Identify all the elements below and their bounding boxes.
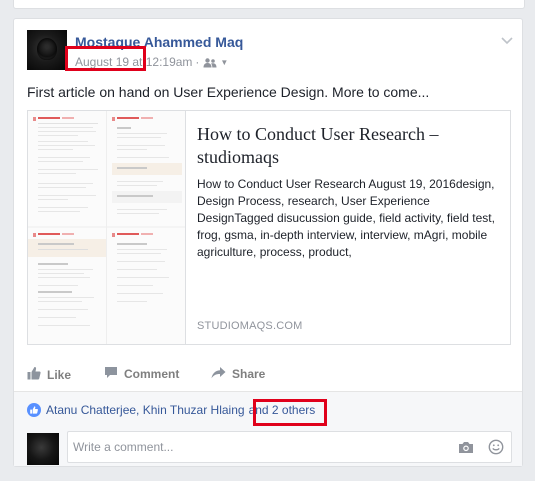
- link-preview-card[interactable]: How to Conduct User Research – studiomaq…: [27, 110, 511, 345]
- article-thumbnail[interactable]: [28, 111, 186, 344]
- emoji-icon[interactable]: [488, 439, 504, 460]
- like-label: Like: [47, 367, 72, 382]
- camera-icon[interactable]: [458, 441, 474, 459]
- friends-icon[interactable]: [203, 57, 217, 68]
- post-options-chevron-icon[interactable]: [501, 32, 513, 45]
- link-description: How to Conduct User Research August 19, …: [197, 177, 495, 259]
- comment-composer: [14, 428, 522, 466]
- timestamp-highlight-box: [65, 46, 146, 71]
- like-button[interactable]: Like: [27, 366, 71, 383]
- meta-separator: ·: [195, 55, 200, 69]
- author-avatar[interactable]: [27, 30, 67, 70]
- link-title[interactable]: How to Conduct User Research – studiomaq…: [197, 123, 497, 169]
- likers-names[interactable]: Atanu Chatterjee, Khin Thuzar Hlaing: [46, 403, 245, 417]
- like-reaction-icon: [27, 403, 41, 417]
- feed-post: Mostaque Ahammed Maq August 19 at 12:19a…: [13, 18, 523, 467]
- thumbs-up-icon: [27, 366, 47, 383]
- link-preview-body[interactable]: How to Conduct User Research – studiomaq…: [197, 123, 497, 261]
- link-domain: STUDIOMAQS.COM: [197, 320, 303, 332]
- comment-button[interactable]: Comment: [104, 366, 179, 382]
- audience-dropdown-icon[interactable]: ▼: [220, 58, 228, 67]
- share-arrow-icon: [211, 366, 232, 382]
- post-text: First article on hand on User Experience…: [27, 84, 430, 100]
- comment-label: Comment: [124, 367, 180, 381]
- comment-bubble-icon: [104, 366, 124, 382]
- share-label: Share: [232, 367, 266, 381]
- share-button[interactable]: Share: [211, 366, 265, 382]
- comment-input[interactable]: [68, 432, 453, 462]
- previous-post-edge: [13, 0, 525, 9]
- comment-input-box[interactable]: [67, 431, 512, 463]
- others-highlight-box: [253, 399, 327, 426]
- commenter-avatar: [27, 433, 59, 465]
